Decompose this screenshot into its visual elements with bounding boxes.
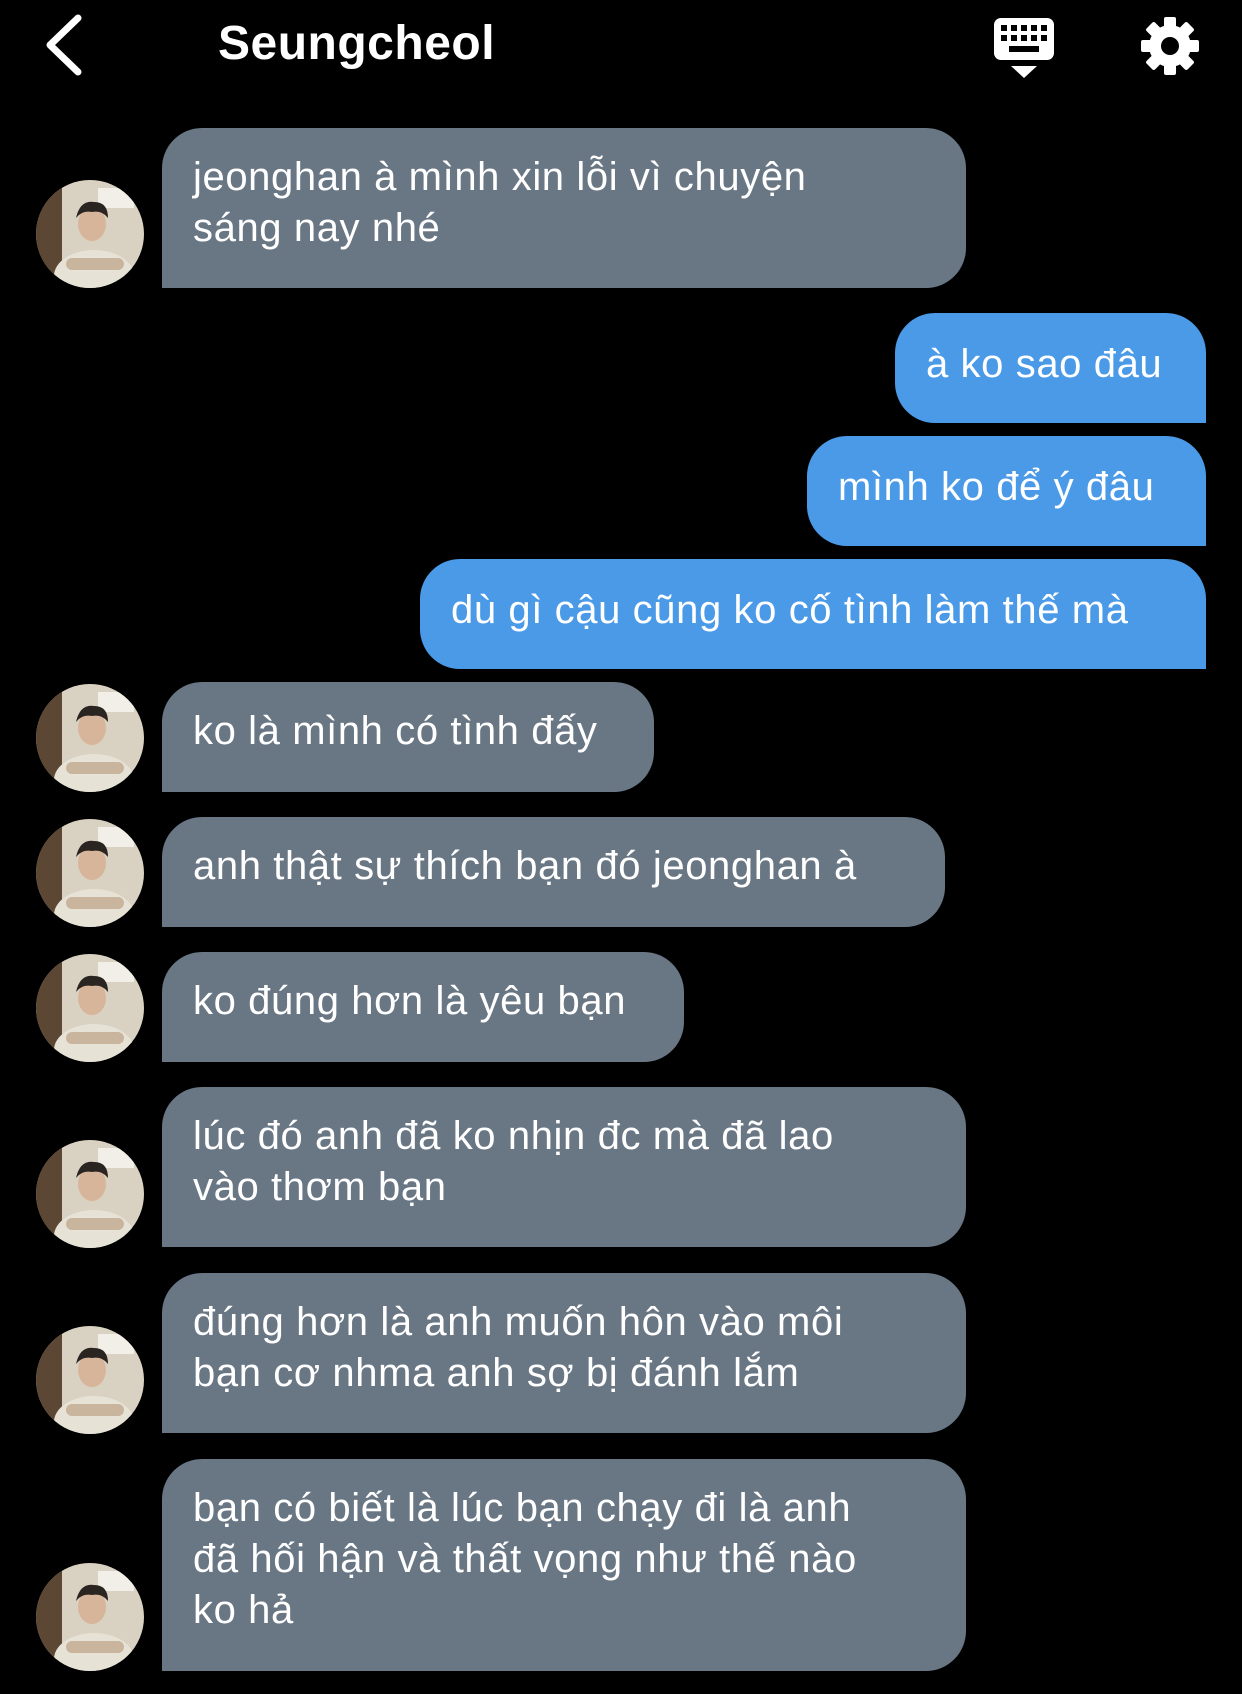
message-bubble-outgoing[interactable]: mình ko để ý đâu (807, 436, 1206, 546)
message-bubble-incoming[interactable]: đúng hơn là anh muốn hôn vào môi bạn cơ … (162, 1273, 966, 1433)
chat-header: Seungcheol (0, 0, 1242, 95)
avatar-image (36, 819, 144, 927)
avatar[interactable] (36, 1326, 144, 1434)
message-bubble-incoming[interactable]: ko là mình có tình đấy (162, 682, 654, 792)
keyboard-hide-icon (994, 18, 1054, 78)
gear-icon (1141, 17, 1199, 75)
message-bubble-outgoing[interactable]: dù gì cậu cũng ko cố tình làm thế mà (420, 559, 1206, 669)
back-button[interactable] (40, 10, 90, 80)
message-bubble-incoming[interactable]: lúc đó anh đã ko nhịn đc mà đã lao vào t… (162, 1087, 966, 1247)
chevron-left-icon (46, 14, 82, 76)
avatar[interactable] (36, 1563, 144, 1671)
avatar-image (36, 1326, 144, 1434)
avatar-image (36, 1140, 144, 1248)
avatar-image (36, 180, 144, 288)
avatar-image (36, 954, 144, 1062)
avatar-image (36, 684, 144, 792)
avatar[interactable] (36, 684, 144, 792)
message-bubble-incoming[interactable]: jeonghan à mình xin lỗi vì chuyện sáng n… (162, 128, 966, 288)
keyboard-toggle-button[interactable] (992, 16, 1056, 80)
settings-button[interactable] (1140, 16, 1200, 76)
avatar[interactable] (36, 819, 144, 927)
message-bubble-incoming[interactable]: anh thật sự thích bạn đó jeonghan à (162, 817, 945, 927)
message-bubble-outgoing[interactable]: à ko sao đâu (895, 313, 1206, 423)
message-bubble-incoming[interactable]: ko đúng hơn là yêu bạn (162, 952, 684, 1062)
chat-title: Seungcheol (218, 17, 496, 70)
avatar-image (36, 1563, 144, 1671)
message-bubble-incoming[interactable]: bạn có biết là lúc bạn chạy đi là anh đã… (162, 1459, 966, 1671)
avatar[interactable] (36, 954, 144, 1062)
avatar[interactable] (36, 180, 144, 288)
avatar[interactable] (36, 1140, 144, 1248)
